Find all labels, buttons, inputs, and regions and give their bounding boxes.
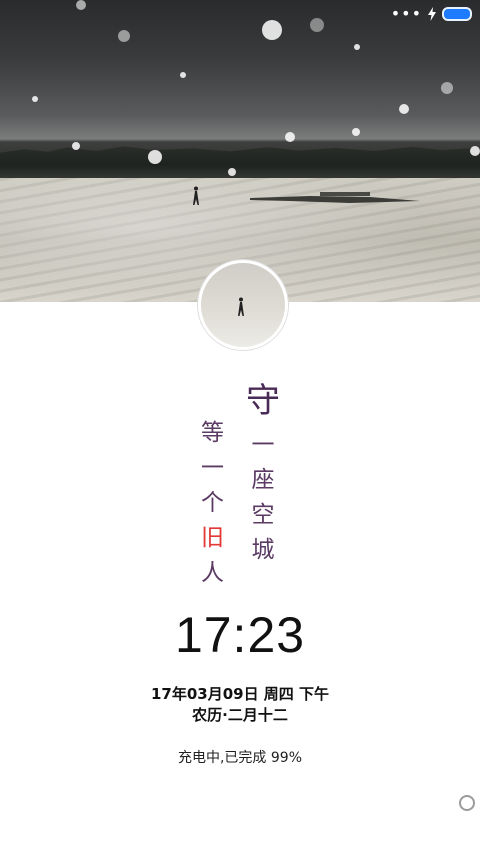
lunar-date: 农历·二月十二 <box>192 706 288 724</box>
poem-char: 人 <box>201 560 224 586</box>
avatar[interactable] <box>198 260 288 350</box>
battery-icon <box>442 7 472 21</box>
snowflake <box>310 18 324 32</box>
snowflake <box>148 150 162 164</box>
snowflake <box>76 0 86 10</box>
snowflake <box>285 132 295 142</box>
more-dots-icon: ••• <box>390 4 422 23</box>
poem-char: 座 <box>251 467 275 493</box>
walking-person <box>238 297 244 316</box>
poem-char: 等 <box>201 420 224 446</box>
wallpaper-header <box>0 0 480 302</box>
poem-char: 城 <box>251 537 275 563</box>
snowflake <box>441 82 453 94</box>
poem-char: 守 <box>246 381 280 421</box>
poem-char: 一 <box>251 432 275 458</box>
walking-person <box>193 186 199 205</box>
snowflake <box>354 44 360 50</box>
status-bar: ••• <box>391 6 472 22</box>
snowflake <box>118 30 130 42</box>
ring-icon[interactable] <box>459 795 475 811</box>
charging-bolt-icon <box>428 7 436 21</box>
charging-status: 充电中,已完成 99% <box>177 750 303 766</box>
poem-char: 一 <box>201 455 224 481</box>
snowflake <box>32 96 38 102</box>
poem-char: 空 <box>251 502 275 528</box>
poem-char: 个 <box>201 490 224 516</box>
poem-left-column: 等 一 个 旧 人 <box>201 422 224 597</box>
snowflake <box>72 142 80 150</box>
lockscreen-clock: 17:23 <box>174 607 306 663</box>
snowflake <box>262 20 282 40</box>
snowflake <box>470 146 480 156</box>
snowflake <box>228 168 236 176</box>
snowflake <box>180 72 186 78</box>
pier <box>250 192 420 203</box>
snowflake <box>399 104 409 114</box>
poem-char-highlight: 旧 <box>201 525 224 551</box>
snowflake <box>352 128 360 136</box>
date-line: 17年03月09日 周四 下午 <box>150 685 330 703</box>
poem-right-column: 守 一 座 空 城 <box>246 384 280 574</box>
